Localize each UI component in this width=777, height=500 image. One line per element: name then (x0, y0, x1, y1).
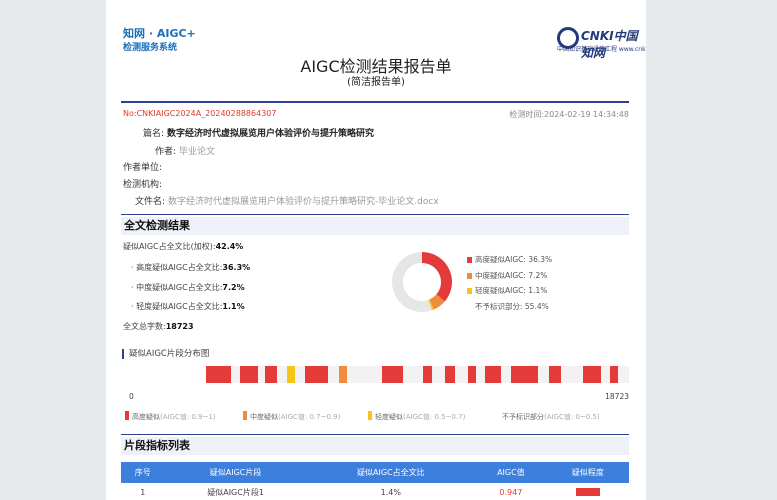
donut-slice (422, 252, 452, 302)
header-divider (121, 101, 629, 103)
distribution-segment-high[interactable] (445, 366, 455, 383)
pie-legend-item: 中度疑似AIGC: 7.2% (467, 270, 547, 281)
legend-label: 不予标识部分: 55.4% (475, 301, 549, 311)
meta-row: 作者: 毕业论文 (155, 144, 215, 157)
distribution-segment-high[interactable] (510, 366, 539, 383)
report-page: 知网 · AIGC+ 检测服务系统 CNKI中国知网 中国知识基础设施工程 ww… (106, 0, 646, 500)
report-subtitle: (简洁报告单) (347, 77, 405, 88)
total-words: 全文总字数:18723 (123, 322, 194, 331)
low-ratio: · 轻度疑似AIGC占全文比:1.1% (131, 302, 245, 311)
legend-range: (AIGC值: 0.7~0.9) (278, 413, 341, 421)
row-level (546, 483, 629, 500)
legend-label: 中度疑似AIGC: 7.2% (475, 270, 548, 280)
row-aigc-value: 0.947 (475, 483, 547, 500)
level-bar-high (575, 488, 600, 496)
legend-label: 高度疑似 (132, 413, 160, 421)
pie-legend-item: 高度疑似AIGC: 36.3% (467, 254, 552, 265)
distribution-segment-high[interactable] (610, 366, 619, 383)
col-segment: 疑似AIGC片段 (164, 462, 307, 483)
meta-value: 数字经济时代虚拟展览用户体验评价与提升策略研究-毕业论文.docx (168, 197, 439, 207)
aigc-donut-chart (392, 252, 452, 312)
meta-row: 篇名: 数字经济时代虚拟展览用户体验评价与提升策略研究 (143, 126, 374, 139)
meta-label: 作者: (155, 147, 177, 157)
distribution-segment-high[interactable] (485, 366, 501, 383)
distribution-segment-high[interactable] (239, 366, 258, 383)
meta-label: 篇名: (143, 129, 165, 139)
legend-range: (AIGC值: 0.5~0.7) (403, 413, 466, 421)
segment-table: 序号 疑似AIGC片段 疑似AIGC占全文比 AIGC值 疑似程度 1 疑似AI… (121, 462, 629, 500)
section-segment-list: 片段指标列表 (121, 437, 629, 455)
weighted-ratio: 疑似AIGC占全文比(加权):42.4% (123, 242, 244, 251)
meta-row: 作者单位: (123, 160, 165, 173)
meta-label: 检测机构: (123, 180, 163, 190)
distribution-segment-high[interactable] (549, 366, 561, 383)
meta-label: 文件名: (135, 197, 166, 207)
legend-label: 中度疑似 (250, 413, 278, 421)
legend-swatch (467, 257, 472, 263)
distribution-legend-item: 中度疑似(AIGC值: 0.7~0.9) (243, 411, 340, 422)
meta-label: 作者单位: (123, 163, 163, 173)
distribution-title: 疑似AIGC片段分布图 (122, 349, 209, 359)
col-aigc-value: AIGC值 (475, 462, 547, 483)
legend-label: 高度疑似AIGC: 36.3% (475, 255, 553, 264)
meta-value: 数字经济时代虚拟展览用户体验评价与提升策略研究 (167, 129, 375, 139)
legend-swatch (467, 304, 472, 310)
legend-swatch (495, 411, 499, 420)
distribution-legend-item: 不予标识部分(AIGC值: 0~0.5) (495, 411, 600, 422)
row-index: 1 (121, 483, 165, 500)
table-divider (121, 434, 629, 435)
distribution-legend-item: 高度疑似(AIGC值: 0.9~1) (125, 411, 216, 422)
zhiwang-aigc-logo: 知网 · AIGC+ (123, 27, 196, 40)
meta-value: 毕业论文 (179, 147, 216, 157)
distribution-segment-low[interactable] (287, 366, 296, 383)
distribution-segment-high[interactable] (264, 366, 278, 383)
mid-ratio: · 中度疑似AIGC占全文比:7.2% (131, 283, 245, 292)
pie-legend-item: 不予标识部分: 55.4% (467, 301, 549, 312)
legend-swatch (243, 411, 247, 420)
distribution-segment-high[interactable] (206, 366, 231, 383)
legend-label: 不予标识部分 (502, 413, 544, 421)
row-segment[interactable]: 疑似AIGC片段1 (164, 483, 307, 500)
cnki-logo-subtitle: 中国知识基础设施工程 www.cnki.net (557, 46, 646, 53)
report-time: 检测时间:2024-02-19 14:34:48 (509, 110, 629, 119)
meta-row: 文件名: 数字经济时代虚拟展览用户体验评价与提升策略研究-毕业论文.docx (135, 194, 439, 207)
meta-row: 检测机构: (123, 177, 165, 190)
distribution-segment-high[interactable] (583, 366, 602, 383)
distribution-end: 18723 (605, 392, 629, 401)
report-number: No:CNKIAIGC2024A_20240288864307 (123, 109, 277, 118)
distribution-segment-mid[interactable] (339, 366, 348, 383)
section-full-result: 全文检测结果 (121, 217, 629, 235)
row-ratio: 1.4% (306, 483, 476, 500)
distribution-segment-high[interactable] (382, 366, 403, 383)
legend-swatch (467, 288, 472, 294)
pie-legend-item: 轻度疑似AIGC: 1.1% (467, 285, 547, 296)
meta-divider (121, 214, 629, 215)
col-index: 序号 (121, 462, 165, 483)
col-ratio: 疑似AIGC占全文比 (306, 462, 476, 483)
logo-subtitle: 检测服务系统 (123, 43, 178, 53)
distribution-segment-high[interactable] (468, 366, 476, 383)
distribution-legend-item: 轻度疑似(AIGC值: 0.5~0.7) (368, 411, 465, 422)
legend-label: 轻度疑似 (375, 413, 403, 421)
distribution-segment-high[interactable] (305, 366, 328, 383)
table-row[interactable]: 1 疑似AIGC片段1 1.4% 0.947 (121, 483, 629, 500)
col-level: 疑似程度 (546, 462, 629, 483)
high-ratio: · 高度疑似AIGC占全文比:36.3% (131, 263, 251, 272)
legend-range: (AIGC值: 0~0.5) (544, 413, 600, 421)
legend-swatch (368, 411, 372, 420)
distribution-start: 0 (129, 392, 134, 401)
distribution-track (206, 366, 629, 383)
distribution-segment-high[interactable] (422, 366, 432, 383)
legend-swatch (467, 272, 472, 279)
legend-label: 轻度疑似AIGC: 1.1% (475, 286, 548, 295)
legend-swatch (125, 411, 129, 420)
legend-range: (AIGC值: 0.9~1) (160, 413, 216, 421)
